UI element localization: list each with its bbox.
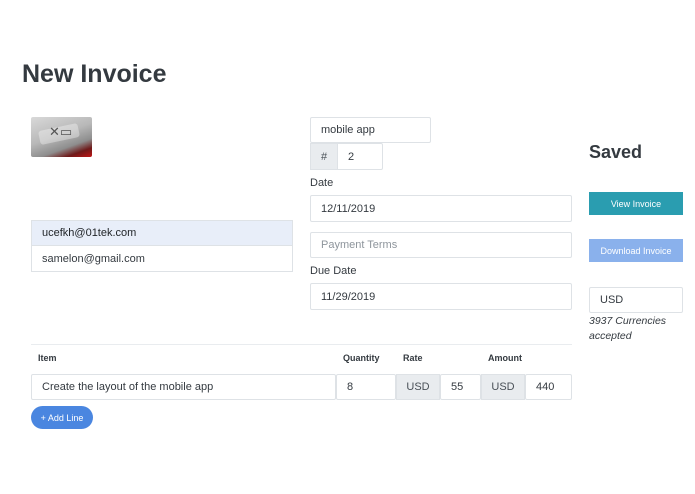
table-divider	[31, 344, 572, 345]
page-title: New Invoice	[22, 60, 167, 88]
download-invoice-button[interactable]: Download Invoice	[589, 239, 683, 262]
item-description-field[interactable]: Create the layout of the mobile app	[31, 374, 336, 400]
date-value: 12/11/2019	[321, 202, 376, 215]
due-date-field[interactable]: 11/29/2019	[310, 283, 572, 310]
add-line-button[interactable]: + Add Line	[31, 406, 93, 429]
rate-currency-addon: USD	[396, 374, 440, 400]
view-invoice-button[interactable]: View Invoice	[589, 192, 683, 215]
item-description-value: Create the layout of the mobile app	[42, 381, 214, 393]
column-header-rate: Rate	[403, 353, 423, 363]
date-field[interactable]: 12/11/2019	[310, 195, 572, 222]
item-amount-field: 440	[525, 374, 572, 400]
item-rate-field[interactable]: 55	[440, 374, 481, 400]
item-rate-value: 55	[451, 381, 464, 393]
column-header-quantity: Quantity	[343, 353, 380, 363]
currency-note: 3937 Currencies accepted	[589, 315, 667, 342]
invoice-number-value: 2	[348, 150, 355, 163]
currency-select[interactable]: USD	[589, 287, 683, 313]
column-header-item: Item	[38, 353, 57, 363]
email-option[interactable]: samelon@gmail.com	[31, 246, 293, 272]
item-quantity-value: 8	[347, 381, 354, 393]
due-date-value: 11/29/2019	[321, 290, 376, 303]
payment-terms-placeholder: Payment Terms	[321, 239, 398, 251]
email-address: ucefkh@01tek.com	[42, 227, 137, 239]
invoice-number-prefix: #	[310, 143, 338, 170]
amount-currency-addon: USD	[481, 374, 525, 400]
date-label: Date	[310, 177, 334, 189]
invoice-name-field[interactable]: mobile app	[310, 117, 431, 143]
invoice-number-field[interactable]: 2	[337, 143, 383, 170]
email-address: samelon@gmail.com	[42, 252, 145, 265]
logo-mark: ✕▭	[49, 125, 73, 140]
column-header-amount: Amount	[488, 353, 522, 363]
email-option-selected[interactable]: ucefkh@01tek.com	[31, 220, 293, 246]
payment-terms-field[interactable]: Payment Terms	[310, 232, 572, 258]
company-logo[interactable]: ✕▭	[31, 117, 92, 157]
item-quantity-field[interactable]: 8	[336, 374, 396, 400]
item-amount-value: 440	[536, 381, 555, 393]
currency-value: USD	[600, 294, 624, 306]
client-email-list: ucefkh@01tek.com samelon@gmail.com	[31, 220, 293, 272]
save-status: Saved	[589, 142, 643, 162]
invoice-name-value: mobile app	[321, 124, 375, 136]
due-date-label: Due Date	[310, 265, 357, 277]
